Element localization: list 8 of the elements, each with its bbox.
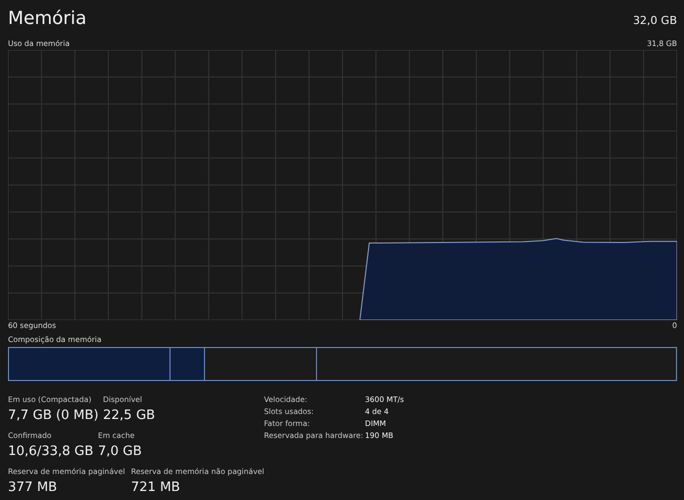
- stat-value: 7,0 GB: [98, 443, 142, 461]
- total-memory: 32,0 GB: [632, 14, 677, 27]
- stat-value: 7,7 GB (0 MB): [8, 407, 99, 425]
- stat-value: 721 MB: [131, 479, 180, 497]
- panel-title: Memória: [8, 8, 87, 29]
- stat-value: 377 MB: [8, 479, 58, 497]
- stat-value: 22,5 GB: [103, 407, 156, 425]
- stat-value: 10,6/33,8 GB: [8, 443, 94, 461]
